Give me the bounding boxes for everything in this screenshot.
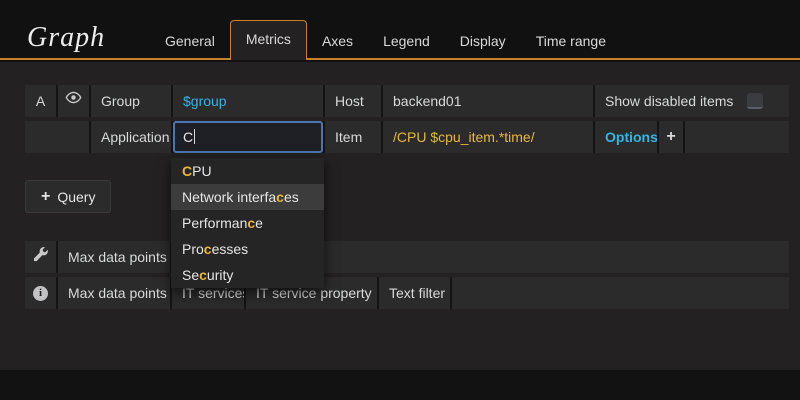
typeahead-item[interactable]: Network interfaces <box>171 184 324 210</box>
panel-header: Graph GeneralMetricsAxesLegendDisplayTim… <box>0 0 800 60</box>
tab-legend[interactable]: Legend <box>368 22 445 60</box>
typeahead-item[interactable]: CPU <box>171 158 324 184</box>
query-visibility-toggle[interactable] <box>58 85 89 117</box>
panel-title: Graph <box>27 22 105 54</box>
query-row-1: A Group $group Host backend01 Show disab… <box>25 85 789 117</box>
host-label: Host <box>325 85 381 117</box>
wrench-icon <box>33 241 48 273</box>
grafana-panel-editor: { "panel": { "title": "Graph" }, "tabs":… <box>0 0 800 400</box>
add-item-button[interactable]: + <box>659 121 683 153</box>
max-data-points-label-2: Max data points <box>58 277 170 309</box>
filler-cell <box>685 121 789 153</box>
max-data-points-label: Max data points <box>58 241 170 273</box>
tab-axes[interactable]: Axes <box>307 22 368 60</box>
eye-icon <box>65 85 82 117</box>
options-row: Max data points <box>25 241 789 273</box>
typeahead-dropdown: CPUNetwork interfacesPerformanceProcesse… <box>171 158 324 288</box>
show-disabled-checkbox[interactable] <box>747 93 763 109</box>
tab-metrics[interactable]: Metrics <box>230 20 307 60</box>
item-value[interactable]: /CPU $cpu_item.*time/ <box>383 121 593 153</box>
filler-cell <box>452 277 789 309</box>
info-icon: i <box>33 286 48 301</box>
query-row-2: Application C Item /CPU $cpu_item.*time/… <box>25 121 789 153</box>
metrics-editor: A Group $group Host backend01 Show disab… <box>0 62 800 370</box>
group-label: Group <box>91 85 171 117</box>
options-button[interactable]: Options <box>595 121 657 153</box>
typeahead-item[interactable]: Performance <box>171 210 324 236</box>
show-disabled-label: Show disabled items <box>605 85 733 117</box>
tab-general[interactable]: General <box>150 22 230 60</box>
spacer-cell <box>25 121 89 153</box>
tabs: GeneralMetricsAxesLegendDisplayTime rang… <box>150 20 621 60</box>
tab-time-range[interactable]: Time range <box>521 22 621 60</box>
functions-row: i Max data points IT services IT service… <box>25 277 789 309</box>
query-ref-letter[interactable]: A <box>25 85 56 117</box>
show-disabled-cell: Show disabled items <box>595 85 789 117</box>
application-label: Application <box>91 121 171 153</box>
text-caret <box>194 129 195 144</box>
host-value[interactable]: backend01 <box>383 85 593 117</box>
add-query-label: Query <box>57 189 95 205</box>
options-toggle[interactable] <box>25 241 56 273</box>
text-filter-cell[interactable]: Text filter <box>379 277 450 309</box>
application-input-value: C <box>183 129 193 145</box>
plus-icon: + <box>666 128 675 145</box>
application-input[interactable]: C <box>173 121 323 153</box>
typeahead-item[interactable]: Processes <box>171 236 324 262</box>
add-query-button[interactable]: + Query <box>25 180 111 213</box>
tab-display[interactable]: Display <box>445 22 521 60</box>
typeahead-item[interactable]: Security <box>171 262 324 288</box>
item-label: Item <box>325 121 381 153</box>
plus-icon: + <box>41 188 50 206</box>
info-toggle[interactable]: i <box>25 277 56 309</box>
group-value[interactable]: $group <box>173 85 323 117</box>
